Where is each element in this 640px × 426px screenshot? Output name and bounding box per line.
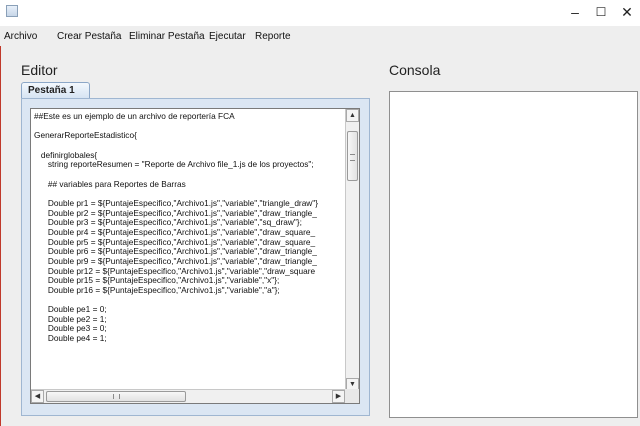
code-line: Double pe4 = 1; xyxy=(34,333,107,344)
scroll-left-icon[interactable]: ◀ xyxy=(31,390,44,403)
close-button[interactable]: ✕ xyxy=(612,0,640,26)
scroll-right-icon[interactable]: ▶ xyxy=(332,390,345,403)
horizontal-scroll-thumb[interactable] xyxy=(46,391,186,402)
console-title: Consola xyxy=(389,62,441,78)
code-line: ## variables para Reportes de Barras xyxy=(34,178,186,189)
scroll-up-icon[interactable]: ▲ xyxy=(346,109,359,122)
menu-bar: Archivo Crear Pestaña Eliminar Pestaña E… xyxy=(0,28,640,46)
code-line: GenerarReporteEstadistico{ xyxy=(34,130,137,141)
tab-pestana-1[interactable]: Pestaña 1 xyxy=(21,82,90,98)
console-output[interactable] xyxy=(389,91,638,418)
code-line: ##Este es un ejemplo de un archivo de re… xyxy=(34,112,235,121)
code-line: string reporteResumen = "Reporte de Arch… xyxy=(34,159,314,170)
vertical-scroll-thumb[interactable] xyxy=(347,131,358,181)
menu-reporte[interactable]: Reporte xyxy=(255,31,291,42)
menu-ejecutar[interactable]: Ejecutar xyxy=(209,31,246,42)
code-text[interactable]: ##Este es un ejemplo de un archivo de re… xyxy=(34,112,347,389)
app-icon xyxy=(6,5,18,17)
title-bar: – ☐ ✕ xyxy=(0,0,640,26)
menu-crear-pestana[interactable]: Crear Pestaña xyxy=(57,31,121,42)
window-edge xyxy=(0,46,1,426)
menu-eliminar-pestana[interactable]: Eliminar Pestaña xyxy=(129,31,205,42)
horizontal-scrollbar[interactable]: ◀ ▶ xyxy=(31,389,345,403)
code-line: Double pr16 = ${PuntajeEspecifico,"Archi… xyxy=(34,284,280,295)
scroll-corner xyxy=(345,389,359,403)
code-editor[interactable]: ##Este es un ejemplo de un archivo de re… xyxy=(30,108,360,404)
editor-title: Editor xyxy=(21,62,58,78)
vertical-scrollbar[interactable]: ▲ ▼ xyxy=(345,109,359,391)
menu-archivo[interactable]: Archivo xyxy=(4,31,37,42)
